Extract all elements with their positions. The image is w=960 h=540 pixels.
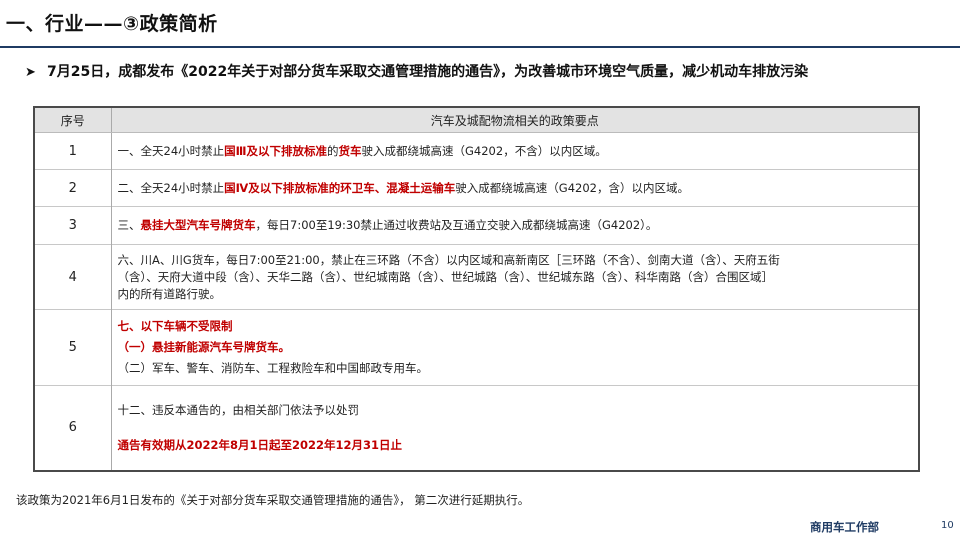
page-number: 10 <box>941 520 954 531</box>
policy-cell: 十二、违反本通告的，由相关部门依法予以处罚 通告有效期从2022年8月1日起至2… <box>110 385 920 471</box>
row-number: 1 <box>33 132 112 170</box>
row-number: 3 <box>33 206 112 245</box>
row-number: 5 <box>33 309 112 386</box>
table-row: 4 六、川A、川G货车，每日7:00至21:00，禁止在三环路（不含）以内区域和… <box>33 244 920 310</box>
policy-cell: 三、悬挂大型汽车号牌货车，每日7:00至19:30禁止通过收费站及互通立交驶入成… <box>110 206 920 245</box>
table-header-row: 序号 汽车及城配物流相关的政策要点 <box>33 107 920 133</box>
policy-cell: 七、以下车辆不受限制 （一）悬挂新能源汽车号牌货车。 （二）军车、警车、消防车、… <box>110 309 920 386</box>
policy-cell: 一、全天24小时禁止国Ⅲ及以下排放标准的货车驶入成都绕城高速（G4202，不含）… <box>110 132 920 170</box>
highlight-text: 国Ⅳ及以下排放标准的环卫车、混凝土运输车 <box>224 180 456 195</box>
column-header-no: 序号 <box>33 107 112 133</box>
policy-table: 序号 汽车及城配物流相关的政策要点 1 一、全天24小时禁止国Ⅲ及以下排放标准的… <box>33 106 920 472</box>
column-header-policy: 汽车及城配物流相关的政策要点 <box>110 107 920 133</box>
highlight-text: 货车 <box>338 143 362 158</box>
highlight-text: （一）悬挂新能源汽车号牌货车。 <box>117 340 291 354</box>
arrow-bullet-icon: ➤ <box>25 65 36 80</box>
policy-cell: 二、全天24小时禁止国Ⅳ及以下排放标准的环卫车、混凝土运输车驶入成都绕城高速（G… <box>110 169 920 207</box>
policy-cell: 六、川A、川G货车，每日7:00至21:00，禁止在三环路（不含）以内区域和高新… <box>110 244 920 310</box>
headline-text: 7月25日，成都发布《2022年关于对部分货车采取交通管理措施的通告》，为改善城… <box>47 64 809 80</box>
highlight-text: 通告有效期从2022年8月1日起至2022年12月31日止 <box>117 437 403 452</box>
table-row: 3 三、悬挂大型汽车号牌货车，每日7:00至19:30禁止通过收费站及互通立交驶… <box>33 206 920 245</box>
table-row: 5 七、以下车辆不受限制 （一）悬挂新能源汽车号牌货车。 （二）军车、警车、消防… <box>33 309 920 386</box>
title-divider <box>0 46 960 48</box>
row-number: 6 <box>33 385 112 471</box>
footnote: 该政策为2021年6月1日发布的《关于对部分货车采取交通管理措施的通告》， 第二… <box>16 493 530 507</box>
headline-bullet: ➤ 7月25日，成都发布《2022年关于对部分货车采取交通管理措施的通告》，为改善… <box>25 61 808 81</box>
table-row: 6 十二、违反本通告的，由相关部门依法予以处罚 通告有效期从2022年8月1日起… <box>33 385 920 471</box>
row-number: 4 <box>33 244 112 310</box>
table-row: 2 二、全天24小时禁止国Ⅳ及以下排放标准的环卫车、混凝土运输车驶入成都绕城高速… <box>33 169 920 207</box>
highlight-text: 七、以下车辆不受限制 <box>117 319 233 333</box>
highlight-text: 国Ⅲ及以下排放标准 <box>224 143 328 158</box>
highlight-text: 悬挂大型汽车号牌货车 <box>140 218 256 232</box>
department-label: 商用车工作部 <box>810 520 879 534</box>
row-number: 2 <box>33 169 112 207</box>
table-row: 1 一、全天24小时禁止国Ⅲ及以下排放标准的货车驶入成都绕城高速（G4202，不… <box>33 132 920 170</box>
page-title: 一、行业——③政策简析 <box>6 13 218 35</box>
